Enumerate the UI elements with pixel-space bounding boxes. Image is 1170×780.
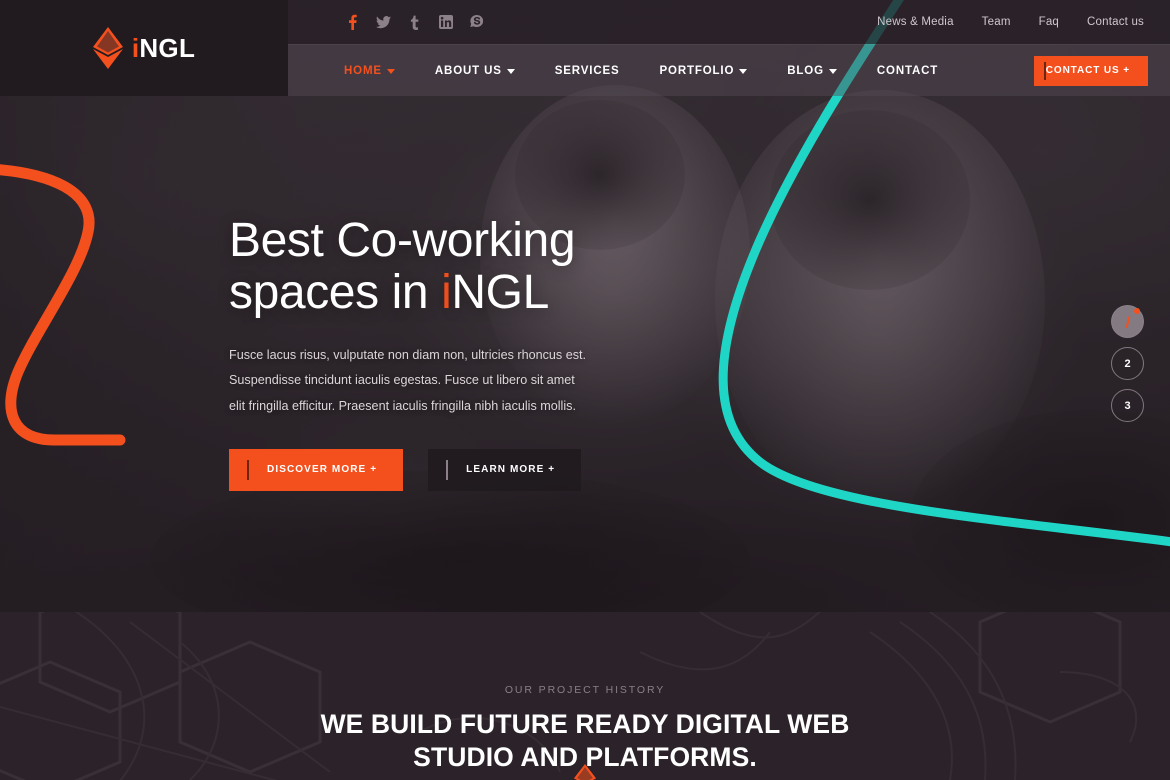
top-link-faq[interactable]: Faq (1039, 16, 1059, 28)
main-navigation: HOME ABOUT US SERVICES PORTFOLIO BLOG CO… (344, 65, 958, 77)
slider-dot-3-label: 3 (1124, 399, 1131, 412)
nav-item-blog[interactable]: BLOG (767, 65, 857, 77)
hero-title-line-2-post: NGL (451, 266, 549, 320)
top-link-contact-us[interactable]: Contact us (1087, 16, 1144, 28)
tumblr-icon[interactable] (406, 14, 423, 31)
hero-title-line-1: Best Co-working (229, 214, 576, 267)
hero-title-accent: i (441, 266, 452, 320)
button-accent-bar (1043, 61, 1046, 80)
slider-active-pip-icon (1134, 308, 1140, 314)
contact-us-button-label: CONTACT US + (1045, 65, 1130, 76)
learn-more-button-label: LEARN MORE + (466, 464, 556, 476)
hero-title: Best Co-working spaces in iNGL (229, 214, 829, 320)
hero-actions: DISCOVER MORE + LEARN MORE + (229, 448, 829, 491)
chevron-down-icon (386, 68, 395, 74)
nav-item-portfolio-label: PORTFOLIO (659, 64, 735, 77)
hero-description: Fusce lacus risus, vulputate non diam no… (229, 347, 586, 413)
nav-item-about-us-label: ABOUT US (434, 64, 502, 77)
slider-dot-2-label: 2 (1124, 357, 1131, 370)
top-utility-bar: News & Media Team Faq Contact us (288, 0, 1170, 44)
logo-text: iNGL (132, 35, 195, 61)
nav-item-services-label: SERVICES (554, 64, 620, 77)
top-links: News & Media Team Faq Contact us (877, 16, 1144, 28)
top-link-team[interactable]: Team (982, 16, 1011, 28)
hero-title-line-2-pre: spaces in (229, 266, 442, 320)
slider-pagination: 2 3 (1111, 305, 1144, 422)
diamond-divider-icon (573, 764, 597, 780)
nav-item-services[interactable]: SERVICES (535, 65, 640, 77)
chevron-down-icon (506, 68, 515, 74)
skype-icon[interactable] (468, 14, 485, 31)
nav-item-home[interactable]: HOME (344, 65, 415, 77)
discover-more-button-label: DISCOVER MORE + (267, 464, 378, 476)
nav-item-home-label: HOME (344, 64, 382, 77)
twitter-icon[interactable] (375, 14, 392, 31)
main-navigation-bar: HOME ABOUT US SERVICES PORTFOLIO BLOG CO… (288, 44, 1170, 96)
button-accent-bar (247, 459, 249, 480)
nav-item-about-us[interactable]: ABOUT US (415, 65, 535, 77)
linkedin-icon[interactable] (437, 14, 454, 31)
project-history-eyebrow: OUR PROJECT HISTORY (504, 684, 666, 696)
slider-dot-2[interactable]: 2 (1111, 347, 1144, 380)
slider-dot-1[interactable] (1111, 305, 1144, 338)
facebook-icon[interactable] (344, 14, 361, 31)
learn-more-button[interactable]: LEARN MORE + (428, 448, 582, 491)
logo-text-rest: NGL (139, 33, 196, 63)
logo-block[interactable]: iNGL (0, 0, 288, 96)
nav-item-blog-label: BLOG (787, 64, 824, 77)
nav-item-portfolio[interactable]: PORTFOLIO (640, 65, 768, 77)
chevron-down-icon (739, 68, 748, 74)
project-history-section: OUR PROJECT HISTORY WE BUILD FUTURE READ… (0, 612, 1170, 780)
project-history-content: OUR PROJECT HISTORY WE BUILD FUTURE READ… (0, 612, 1170, 775)
chevron-down-icon (828, 68, 837, 74)
nav-item-contact-label: CONTACT (876, 64, 939, 77)
project-history-title-line-1: WE BUILD FUTURE READY DIGITAL WEB (320, 709, 850, 739)
page-root: iNGL News & Media Team Faq Contact us HO… (0, 0, 1170, 780)
logo[interactable]: iNGL (92, 27, 195, 69)
button-accent-bar (446, 459, 449, 480)
slider-active-needle-icon (1125, 315, 1130, 328)
contact-us-button[interactable]: CONTACT US + (1033, 55, 1148, 86)
social-links (344, 14, 485, 31)
discover-more-button[interactable]: DISCOVER MORE + (229, 448, 404, 491)
nav-item-contact[interactable]: CONTACT (857, 65, 958, 77)
slider-dot-3[interactable]: 3 (1111, 389, 1144, 422)
top-link-news-media[interactable]: News & Media (877, 16, 954, 28)
hero-content: Best Co-working spaces in iNGL Fusce lac… (229, 214, 829, 491)
diamond-logo-icon (92, 27, 123, 69)
